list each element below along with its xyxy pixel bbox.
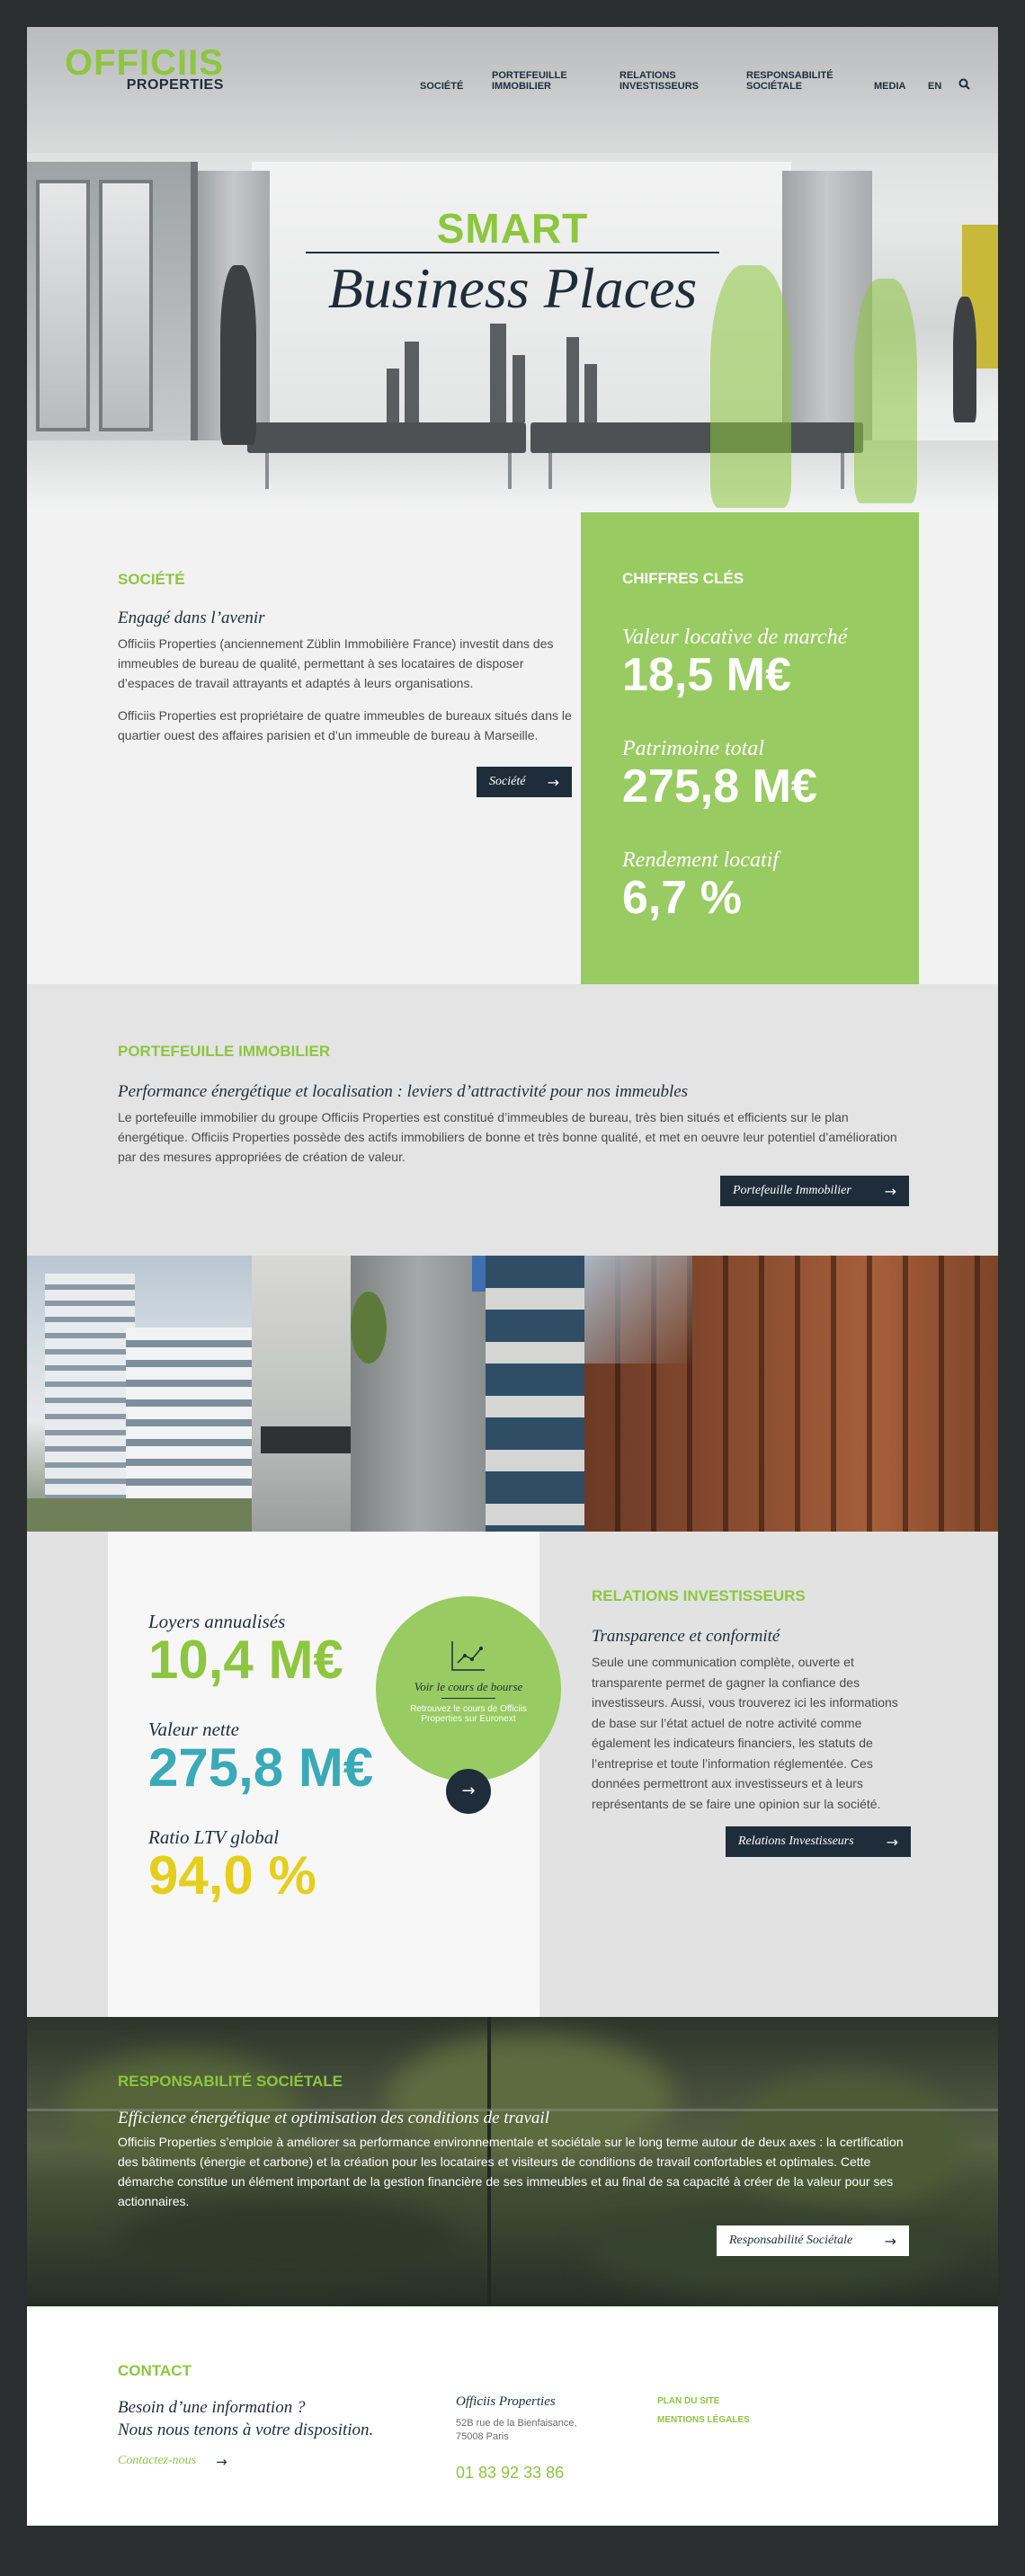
- societe-section: SOCIÉTÉ Engagé dans l’avenir Officiis Pr…: [27, 512, 998, 984]
- hero-title-smart: SMART: [436, 205, 589, 252]
- responsabilite-section: RESPONSABILITÉ SOCIÉTALE Efficience éner…: [27, 2017, 998, 2306]
- portefeuille-section: PORTEFEUILLE IMMOBILIER Performance éner…: [27, 984, 998, 1256]
- button-label: Responsabilité Sociétale: [729, 2234, 853, 2247]
- arrow-right-icon: →: [886, 1833, 898, 1851]
- section-heading: CHIFFRES CLÉS: [622, 570, 744, 587]
- building-photo: [351, 1256, 486, 1532]
- section-subtitle: Transparence et conformité: [592, 1627, 780, 1646]
- section-paragraph: Officiis Properties s’emploie à améliore…: [118, 2135, 904, 2208]
- hero-title: SMART Business Places: [27, 207, 998, 318]
- nav-item-media[interactable]: MEDIA: [874, 81, 905, 92]
- responsabilite-button[interactable]: Responsabilité Sociétale →: [717, 2225, 909, 2256]
- search-icon[interactable]: [958, 78, 970, 93]
- contact-line-1: Besoin d’une information ?: [118, 2398, 306, 2417]
- arrow-right-icon: →: [884, 2232, 896, 2250]
- contact-link-label: Contactez-nous: [118, 2454, 197, 2467]
- arrow-right-icon: →: [216, 2454, 227, 2470]
- section-heading: SOCIÉTÉ: [118, 571, 185, 588]
- contact-link[interactable]: Contactez-nous →: [118, 2454, 227, 2470]
- stat-value: 94,0 %: [148, 1845, 316, 1905]
- stat-value: 10,4 M€: [148, 1630, 343, 1690]
- hero-bench: [530, 422, 863, 453]
- section-heading: RESPONSABILITÉ SOCIÉTALE: [118, 2073, 343, 2090]
- footer-link-mentions-legales[interactable]: MENTIONS LÉGALES: [657, 2415, 750, 2425]
- arrow-right-icon: →: [547, 773, 559, 791]
- kpi-label: Valeur locative de marché: [622, 626, 848, 649]
- section-heading: PORTEFEUILLE IMMOBILIER: [118, 1043, 331, 1060]
- line-chart-icon: [376, 1639, 561, 1676]
- main-nav: SOCIÉTÉ PORTEFEUILLE IMMOBILIER RELATION…: [27, 70, 998, 106]
- portefeuille-button[interactable]: Portefeuille Immobilier →: [720, 1176, 909, 1206]
- button-label: Société: [489, 775, 526, 788]
- nav-item-relations-investisseurs[interactable]: RELATIONS INVESTISSEURS: [619, 70, 699, 92]
- kpi-value: 18,5 M€: [622, 649, 791, 701]
- hero-title-main: Business Places: [327, 256, 698, 320]
- kpi-label: Rendement locatif: [622, 848, 779, 872]
- section-paragraph: Officiis Properties (anciennement Züblin…: [118, 636, 554, 690]
- hero-banner: OFFICIIS PROPERTIES SOCIÉTÉ PORTEFEUILLE…: [27, 27, 998, 512]
- section-paragraph: Officiis Properties est propriétaire de …: [118, 708, 572, 742]
- kpi-value: 275,8 M€: [622, 760, 817, 813]
- contact-line-2: Nous nous tenons à votre disposition.: [118, 2421, 374, 2439]
- chiffres-cles-panel: CHIFFRES CLÉS Valeur locative de marché …: [581, 512, 919, 984]
- building-photo: [584, 1256, 998, 1532]
- address-line: 52B rue de la Bienfaisance,: [456, 2418, 577, 2429]
- bourse-text: Retrouvez le cours de Officiis Propertie…: [410, 1704, 527, 1724]
- language-switch[interactable]: EN: [928, 81, 941, 92]
- section-heading: CONTACT: [118, 2362, 192, 2379]
- nav-item-societe[interactable]: SOCIÉTÉ: [420, 81, 463, 92]
- building-photo: [252, 1256, 351, 1532]
- section-subtitle: Engagé dans l’avenir: [118, 608, 265, 627]
- relations-investisseurs-section: Loyers annualisés 10,4 M€ Valeur nette 2…: [27, 1532, 998, 2017]
- address-line: 75008 Paris: [456, 2431, 509, 2442]
- bourse-circle[interactable]: Voir le cours de bourse Retrouvez le cou…: [376, 1596, 561, 1781]
- societe-button[interactable]: Société →: [477, 767, 572, 797]
- investisseurs-button[interactable]: Relations Investisseurs →: [726, 1826, 911, 1857]
- section-heading: RELATIONS INVESTISSEURS: [592, 1587, 806, 1604]
- bourse-title: Voir le cours de bourse: [414, 1680, 523, 1693]
- button-label: Relations Investisseurs: [738, 1834, 854, 1848]
- section-subtitle: Efficience énergétique et optimisation d…: [118, 2109, 549, 2127]
- kpi-value: 6,7 %: [622, 872, 742, 924]
- kpi-label: Patrimoine total: [622, 737, 764, 760]
- phone-number[interactable]: 01 83 92 33 86: [456, 2464, 577, 2483]
- company-name: Officiis Properties: [456, 2394, 556, 2409]
- arrow-right-icon[interactable]: →: [446, 1769, 491, 1814]
- stat-value: 275,8 M€: [148, 1737, 374, 1798]
- section-paragraph: Seule une communication complète, ouvert…: [592, 1655, 898, 1811]
- button-label: Portefeuille Immobilier: [733, 1184, 851, 1197]
- section-paragraph: Le portefeuille immobilier du groupe Off…: [118, 1110, 897, 1164]
- nav-item-portefeuille[interactable]: PORTEFEUILLE IMMOBILIER: [492, 70, 567, 92]
- footer-link-plan-du-site[interactable]: PLAN DU SITE: [657, 2396, 750, 2406]
- page: OFFICIIS PROPERTIES SOCIÉTÉ PORTEFEUILLE…: [27, 27, 998, 2526]
- building-photo: [27, 1256, 252, 1532]
- contact-section: CONTACT Besoin d’une information ? Nous …: [27, 2306, 998, 2526]
- building-photo: [486, 1256, 584, 1532]
- nav-item-responsabilite[interactable]: RESPONSABILITÉ SOCIÉTALE: [746, 70, 833, 92]
- hero-title-rule: [306, 252, 719, 253]
- arrow-right-icon: →: [884, 1182, 896, 1200]
- section-subtitle: Performance énergétique et localisation …: [118, 1082, 689, 1101]
- hero-bench: [247, 422, 526, 453]
- building-photo-strip: [27, 1256, 998, 1532]
